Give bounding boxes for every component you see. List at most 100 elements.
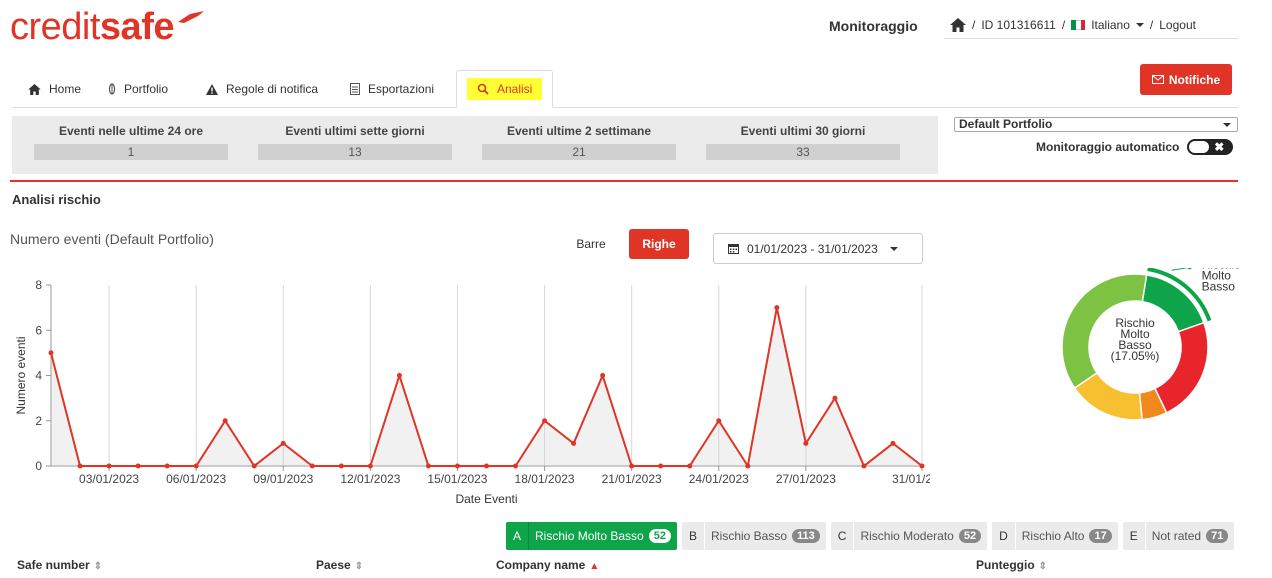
risk-donut-chart: RischioMoltoBassoRischioMoltoBasso(17.05… xyxy=(1061,268,1241,421)
main-tabs: Home Portfolio Regole di notifica Esport… xyxy=(12,70,1238,108)
column-header-label: Paese xyxy=(316,558,351,572)
filter-count-badge: 52 xyxy=(958,529,982,543)
data-point xyxy=(454,463,460,469)
filter-letter: D xyxy=(992,522,1015,550)
portfolio-icon xyxy=(108,83,116,95)
stat-24h: Eventi nelle ultime 24 ore 1 xyxy=(34,124,228,160)
data-point xyxy=(77,463,83,469)
column-header-score[interactable]: Punteggio ⇕ xyxy=(976,558,1047,572)
data-point xyxy=(861,463,867,469)
filter-count-badge: 17 xyxy=(1089,529,1112,543)
auto-monitoring: Monitoraggio automatico ✖ xyxy=(1036,139,1234,155)
x-tick-label: 31/01/2023 xyxy=(892,472,930,486)
filter-c[interactable]: C Rischio Moderato 52 xyxy=(830,522,988,550)
callout-connector xyxy=(1171,268,1189,271)
sort-icon: ⇕ xyxy=(1038,561,1048,572)
stat-value: 21 xyxy=(482,144,676,160)
data-point xyxy=(890,440,896,446)
separator: / xyxy=(1149,18,1154,32)
chevron-down-icon xyxy=(1223,123,1231,131)
data-point xyxy=(658,463,664,469)
column-header-company-name[interactable]: Company name ▲ xyxy=(496,558,599,572)
tab-notification-rules[interactable]: Regole di notifica xyxy=(192,70,332,108)
tab-exports[interactable]: Esportazioni xyxy=(336,70,448,108)
data-point xyxy=(280,440,286,446)
chart-title: Numero eventi (Default Portfolio) xyxy=(10,231,214,247)
language-selector[interactable]: Italiano xyxy=(1091,18,1130,32)
filter-letter: A xyxy=(506,522,529,550)
events-line-chart: 03/01/2023 06/01/2023 09/01/2023 12/01/2023… xyxy=(14,278,930,506)
x-tick-label: 24/01/2023 xyxy=(689,472,749,486)
portfolio-select[interactable]: Default Portfolio xyxy=(954,117,1238,132)
auto-monitoring-label: Monitoraggio automatico xyxy=(1036,140,1180,154)
calendar-icon xyxy=(728,244,739,254)
data-point xyxy=(629,463,635,469)
stat-label: Eventi ultimi 30 giorni xyxy=(740,124,866,138)
logo-text-part1: credit xyxy=(10,6,100,48)
tab-analisi[interactable]: Analisi xyxy=(456,70,554,108)
filter-name: Rischio Molto Basso 52 xyxy=(528,522,677,550)
filter-name: Not rated 71 xyxy=(1144,522,1235,550)
date-range-value: 01/01/2023 - 31/01/2023 xyxy=(747,241,878,256)
x-tick-label: 03/01/2023 xyxy=(79,472,139,486)
data-point xyxy=(135,463,141,469)
tab-analisi-highlight: Analisi xyxy=(467,78,543,100)
risk-filters: A Rischio Molto Basso 52 B Rischio Basso 1… xyxy=(506,522,1235,550)
logo-text-part2: safe xyxy=(99,6,175,48)
filter-name: Rischio Moderato 52 xyxy=(853,522,988,550)
chevron-down-icon xyxy=(889,246,898,255)
page-title: Monitoraggio xyxy=(829,18,918,34)
column-header-label: Punteggio xyxy=(976,558,1035,572)
filter-a[interactable]: A Rischio Molto Basso 52 xyxy=(506,522,677,550)
date-range-picker[interactable]: 01/01/2023 - 31/01/2023 xyxy=(713,233,923,264)
chevron-down-icon xyxy=(1135,23,1144,31)
filter-e[interactable]: E Not rated 71 xyxy=(1122,522,1235,550)
data-point xyxy=(222,418,228,424)
callout-dot xyxy=(1187,268,1192,270)
data-point xyxy=(48,350,54,356)
x-tick-label: 06/01/2023 xyxy=(166,472,226,486)
y-tick-label: 4 xyxy=(35,369,42,383)
data-point xyxy=(338,463,344,469)
x-tick-label: 15/01/2023 xyxy=(427,472,487,486)
data-point xyxy=(309,463,315,469)
filter-b[interactable]: B Rischio Basso 113 xyxy=(681,522,826,550)
stat-label: Eventi nelle ultime 24 ore xyxy=(58,124,204,138)
close-icon: ✖ xyxy=(1214,140,1225,154)
creditsafe-logo[interactable]: creditsafe xyxy=(10,6,206,49)
y-tick-label: 6 xyxy=(35,323,42,337)
column-header-label: Company name xyxy=(496,558,586,572)
filter-d[interactable]: D Rischio Alto 17 xyxy=(992,522,1118,550)
slice-not-rated xyxy=(1153,321,1209,414)
tab-home[interactable]: Home xyxy=(14,70,95,108)
document-icon xyxy=(350,83,360,95)
notifications-button[interactable]: Notifiche xyxy=(1140,64,1232,95)
stat-value: 33 xyxy=(706,144,900,160)
sort-icon: ⇕ xyxy=(93,561,103,572)
filter-letter: E xyxy=(1122,522,1145,550)
column-header-country[interactable]: Paese ⇕ xyxy=(316,558,363,572)
tab-portfolio[interactable]: Portfolio xyxy=(94,70,182,108)
filter-label: Rischio Alto xyxy=(1021,529,1085,543)
center-label: (17.05%) xyxy=(1111,349,1160,363)
auto-monitoring-toggle[interactable]: ✖ xyxy=(1187,139,1234,155)
data-point xyxy=(396,373,402,378)
separator: / xyxy=(972,18,976,32)
data-point xyxy=(774,305,780,311)
top-nav-divider xyxy=(944,38,1238,39)
warning-icon xyxy=(206,83,218,95)
x-tick-label: 21/01/2023 xyxy=(602,472,662,486)
logout-link[interactable]: Logout xyxy=(1159,18,1196,32)
events-summary: Eventi nelle ultime 24 ore 1 Eventi ulti… xyxy=(12,116,938,174)
home-icon[interactable] xyxy=(950,18,966,32)
data-point xyxy=(687,463,693,469)
bars-view-button[interactable]: Barre xyxy=(568,229,614,259)
filter-name: Rischio Alto 17 xyxy=(1014,522,1118,550)
data-point xyxy=(367,463,373,469)
x-tick-label: 09/01/2023 xyxy=(253,472,313,486)
lines-view-button[interactable]: Righe xyxy=(629,229,689,259)
column-header-safe-number[interactable]: Safe number ⇕ xyxy=(17,558,102,572)
italy-flag-icon xyxy=(1071,20,1086,30)
logo-swoosh-icon xyxy=(177,11,204,23)
column-header-label: Safe number xyxy=(17,558,90,572)
